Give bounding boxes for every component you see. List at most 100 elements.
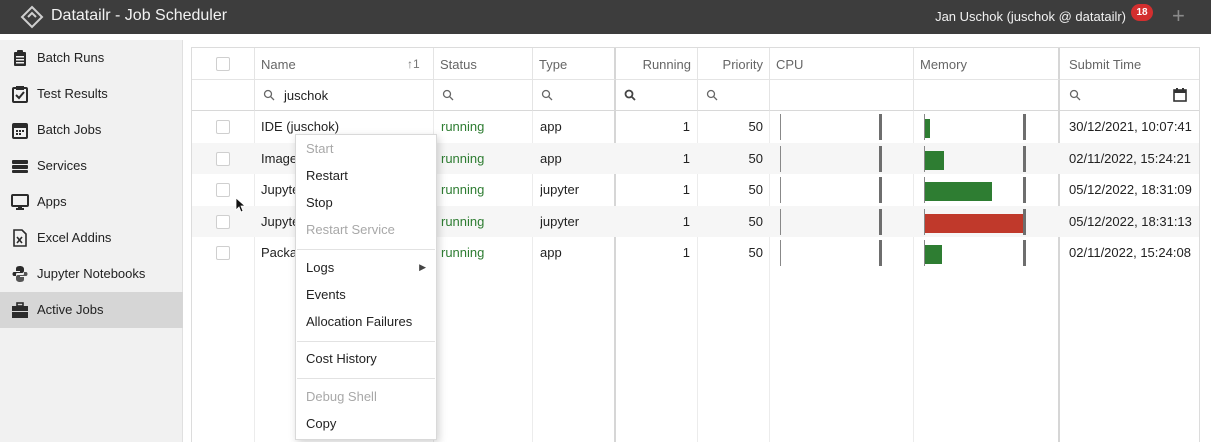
add-icon[interactable]: +: [1172, 5, 1185, 27]
menu-item-logs[interactable]: Logs ▶: [296, 254, 436, 281]
menu-divider: [297, 341, 435, 342]
header-cpu[interactable]: CPU: [770, 48, 914, 80]
filter-submit-time[interactable]: [1060, 80, 1199, 111]
checklist-icon: [12, 86, 28, 103]
header-label: Priority: [722, 57, 763, 72]
sidebar-item-batch-jobs[interactable]: Batch Jobs: [0, 112, 183, 148]
job-running: 1: [682, 150, 690, 166]
search-icon: [706, 89, 718, 101]
filter-status[interactable]: [434, 80, 533, 111]
header-label: CPU: [776, 57, 804, 72]
row-checkbox[interactable]: [216, 120, 230, 134]
python-icon: [12, 266, 28, 282]
job-type: jupyter: [540, 182, 580, 197]
memory-bar: [924, 114, 1028, 140]
filter-select-cell: [192, 80, 255, 111]
sort-asc-icon[interactable]: ↑1: [407, 57, 420, 71]
user-name[interactable]: Jan Uschok (juschok @ datatailr): [935, 9, 1126, 24]
header-label: Memory: [920, 57, 967, 72]
sidebar-item-batch-runs[interactable]: Batch Runs: [0, 40, 183, 76]
sidebar-item-label: Batch Runs: [37, 50, 105, 65]
notification-badge[interactable]: 18: [1131, 4, 1153, 21]
memory-bar: [924, 240, 1028, 266]
submenu-arrow-icon: ▶: [419, 262, 426, 272]
menu-item-cost-history[interactable]: Cost History: [296, 345, 436, 372]
filter-cpu: [770, 80, 914, 111]
calendar-picker-icon[interactable]: [1173, 88, 1187, 102]
header-label: Name: [261, 57, 296, 72]
menu-divider: [297, 378, 435, 379]
clipboard-icon: [14, 50, 26, 66]
menu-item-start[interactable]: Start: [296, 135, 436, 162]
sidebar-item-apps[interactable]: Apps: [0, 184, 183, 220]
cpu-bar: [780, 208, 882, 235]
menu-item-debug-shell[interactable]: Debug Shell: [296, 383, 436, 410]
job-status: running: [441, 182, 485, 197]
job-priority: 50: [748, 182, 763, 197]
job-type: app: [540, 119, 562, 134]
context-menu: Start Restart Stop Restart Service Logs …: [295, 134, 437, 440]
name-filter-input[interactable]: juschok: [284, 88, 328, 103]
job-status: running: [441, 150, 485, 166]
top-bar: Datatailr - Job Scheduler Jan Uschok (ju…: [0, 0, 1211, 34]
job-type: app: [540, 150, 562, 166]
menu-item-allocation-failures[interactable]: Allocation Failures: [296, 308, 436, 335]
filter-type[interactable]: [533, 80, 616, 111]
calendar-icon: [12, 123, 28, 139]
sidebar-item-active-jobs[interactable]: Active Jobs: [0, 292, 183, 328]
select-all-checkbox[interactable]: [216, 57, 230, 71]
header-label: Status: [440, 57, 477, 72]
job-running: 1: [682, 182, 690, 197]
memory-fill: [925, 213, 1023, 233]
menu-item-events[interactable]: Events: [296, 281, 436, 308]
job-submit-time: 02/11/2022, 15:24:08: [1069, 245, 1191, 260]
job-status: running: [441, 245, 485, 260]
memory-fill: [925, 182, 992, 201]
excel-icon: [13, 229, 27, 247]
job-priority: 50: [748, 119, 763, 134]
memory-bar: [924, 145, 1028, 172]
header-label: Running: [642, 57, 691, 72]
sidebar-item-test-results[interactable]: Test Results: [0, 76, 183, 112]
header-memory[interactable]: Memory: [914, 48, 1060, 80]
menu-item-restart-service[interactable]: Restart Service: [296, 216, 436, 243]
header-select-cell: [192, 48, 255, 80]
job-priority: 50: [748, 213, 763, 229]
sidebar-item-label: Apps: [37, 194, 67, 209]
header-running[interactable]: Running: [616, 48, 698, 80]
header-priority[interactable]: Priority: [698, 48, 770, 80]
header-label: Type: [539, 57, 568, 72]
job-submit-time: 05/12/2022, 18:31:13: [1069, 213, 1192, 229]
cpu-bar: [780, 177, 882, 203]
filter-name[interactable]: juschok: [255, 80, 434, 111]
datatailr-logo-icon[interactable]: [20, 5, 44, 29]
header-submit-time[interactable]: Submit Time: [1060, 48, 1199, 80]
filter-priority[interactable]: [698, 80, 770, 111]
row-checkbox[interactable]: [216, 214, 230, 229]
search-icon: [1069, 89, 1081, 101]
cpu-bar: [780, 145, 882, 172]
sidebar-item-jupyter-notebooks[interactable]: Jupyter Notebooks: [0, 256, 183, 292]
filter-running[interactable]: [616, 80, 698, 111]
search-icon: [624, 89, 636, 101]
app-title: Datatailr - Job Scheduler: [51, 7, 228, 24]
menu-item-restart[interactable]: Restart: [296, 162, 436, 189]
job-submit-time: 02/11/2022, 15:24:21: [1069, 150, 1191, 166]
memory-fill: [925, 150, 944, 170]
menu-item-stop[interactable]: Stop: [296, 189, 436, 216]
menu-divider: [297, 249, 435, 250]
sidebar-item-label: Services: [37, 158, 87, 173]
row-checkbox[interactable]: [216, 246, 230, 260]
menu-item-copy[interactable]: Copy: [296, 410, 436, 437]
row-checkbox[interactable]: [216, 151, 230, 166]
toolbox-icon: [12, 302, 28, 318]
header-type[interactable]: Type: [533, 48, 616, 80]
sidebar-item-excel-addins[interactable]: Excel Addins: [0, 220, 183, 256]
job-submit-time: 05/12/2022, 18:31:09: [1069, 182, 1192, 197]
job-running: 1: [682, 245, 690, 260]
header-name[interactable]: Name ↑1: [255, 48, 434, 80]
memory-bar: [924, 208, 1028, 235]
header-status[interactable]: Status: [434, 48, 533, 80]
row-checkbox[interactable]: [216, 183, 230, 197]
sidebar-item-services[interactable]: Services: [0, 148, 183, 184]
